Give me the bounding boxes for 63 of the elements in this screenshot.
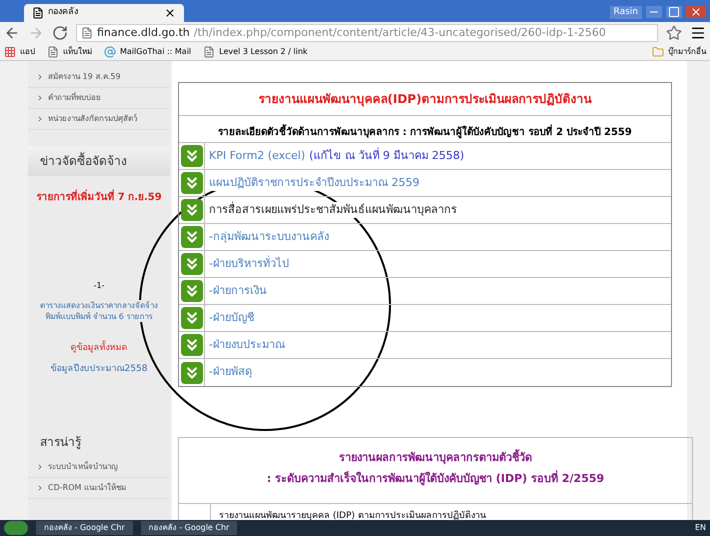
double-chevron-down-icon <box>180 253 202 275</box>
document-link[interactable]: -กลุ่มพัฒนาระบบงานคลัง <box>209 228 329 246</box>
bookmark[interactable]: แอป <box>4 46 35 58</box>
bookmark[interactable]: แท็บใหม่ <box>47 46 92 58</box>
sidebar-link[interactable]: หน่วยงานสังกัดกรมปศุสัตว์ <box>28 109 170 130</box>
reload-icon[interactable] <box>52 25 68 41</box>
document-link[interactable]: แผนปฏิบัติราชการประจำปีงบประมาณ 2559 <box>209 174 420 192</box>
double-chevron-down-icon <box>180 226 202 248</box>
page-icon <box>203 46 216 58</box>
page-number: -1- <box>94 280 104 292</box>
chevron-right-icon <box>36 462 44 470</box>
revision-note-link[interactable]: (แก้ไข ณ วันที่ 9 มีนาคม 2558) <box>309 148 464 164</box>
document-link[interactable]: -ฝ่ายพัสดุ <box>209 364 252 381</box>
page-icon <box>47 46 59 58</box>
back-icon[interactable] <box>4 25 20 41</box>
chevron-right-icon <box>36 115 44 123</box>
double-chevron-down-icon <box>180 172 202 194</box>
table-cell: รายงานแผนพัฒนารายบุคคล (IDP) ตามการประเมินผลการปฏิบัติงาน <box>219 510 486 520</box>
user-name: Rasin <box>610 6 642 19</box>
new-items-notice: รายการที่เพิ่มวันที่ 7 ก.ย.59 <box>36 192 162 204</box>
double-chevron-down-icon <box>180 280 202 302</box>
sidebar-link[interactable]: สมัครงาน 19 ส.ค.59 <box>28 67 170 88</box>
double-chevron-down-icon <box>180 334 202 356</box>
view-all-link[interactable]: ดูข้อมูลทั้งหมด <box>70 342 128 355</box>
menu-icon[interactable] <box>690 25 706 41</box>
document-link[interactable]: -ฝ่ายบัญชี <box>209 310 254 326</box>
taskbar-window[interactable]: กองคลัง - Google Chr <box>36 521 133 535</box>
double-chevron-down-icon <box>180 307 202 329</box>
taskbar-window[interactable]: กองคลัง - Google Chr <box>140 521 238 535</box>
address-bar[interactable]: finance.dld.go.th /th/index.php/component/content/article/43-uncategorised/260-idp-1-2560 <box>76 24 658 42</box>
at-sign-icon <box>104 46 116 58</box>
folder-icon <box>652 46 664 58</box>
bookmark[interactable]: Level 3 Lesson 2 / link <box>203 46 308 58</box>
section-heading: ข่าวจัดซื้อจัดจ้าง <box>28 146 170 176</box>
archive-link[interactable]: ข้อมูลปีงบประมาณ2558 <box>50 363 148 376</box>
other-bookmarks[interactable]: บุ๊กมาร์กอื่น <box>652 46 706 58</box>
tab-title: กองคลัง <box>48 6 78 20</box>
double-chevron-down-icon <box>180 145 202 167</box>
double-chevron-down-icon <box>180 199 202 221</box>
language-indicator: EN <box>694 522 706 534</box>
bookmark-star-icon[interactable] <box>666 25 682 41</box>
chevron-right-icon <box>36 73 44 81</box>
table-title: รายงานแผนพัฒนาบุคคล(IDP)ตามการประเมินผลการปฏิบัติงาน <box>179 83 671 116</box>
table-title: รายงานผลการพัฒนาบุคลากรตามตัวชี้วัด <box>338 450 533 466</box>
sidebar-link[interactable]: คำถามที่พบบ่อย <box>28 88 170 109</box>
maximize-icon[interactable] <box>666 6 682 18</box>
grid-icon <box>4 46 16 58</box>
table-title: : ระดับความสำเร็จในการพัฒนาผู้ใต้บังคับบัญชา (IDP) รอบที่ 2/2559 <box>266 470 606 487</box>
double-chevron-down-icon <box>180 362 202 384</box>
chevron-right-icon <box>36 94 44 102</box>
sidebar-link[interactable]: ระบบบำเหน็จบำนาญ <box>28 456 170 478</box>
page-icon <box>32 7 44 19</box>
bookmark[interactable]: MailGoThai :: Mail <box>104 46 192 58</box>
chevron-right-icon <box>36 484 44 492</box>
page-icon <box>81 27 93 39</box>
browser-tab[interactable]: กองคลัง <box>24 4 184 22</box>
sidebar-link[interactable]: CD-ROM แนะนำให้ชม <box>28 478 170 498</box>
document-link[interactable]: การสื่อสารเผยแพร่ประชาสัมพันธ์แผนพัฒนาบุคลากร <box>209 202 457 218</box>
minimize-icon[interactable] <box>646 6 662 18</box>
close-icon[interactable] <box>164 7 176 19</box>
section-heading: สารน่ารู้ <box>39 434 82 452</box>
start-button[interactable] <box>4 521 28 535</box>
table-subtitle: รายละเอียดตัวชี้วัดด้านการพัฒนาบุคลากร : การพัฒนาผู้ใต้บังคับบัญชา รอบที่ 2 ประจำปี 2559 <box>179 116 671 143</box>
